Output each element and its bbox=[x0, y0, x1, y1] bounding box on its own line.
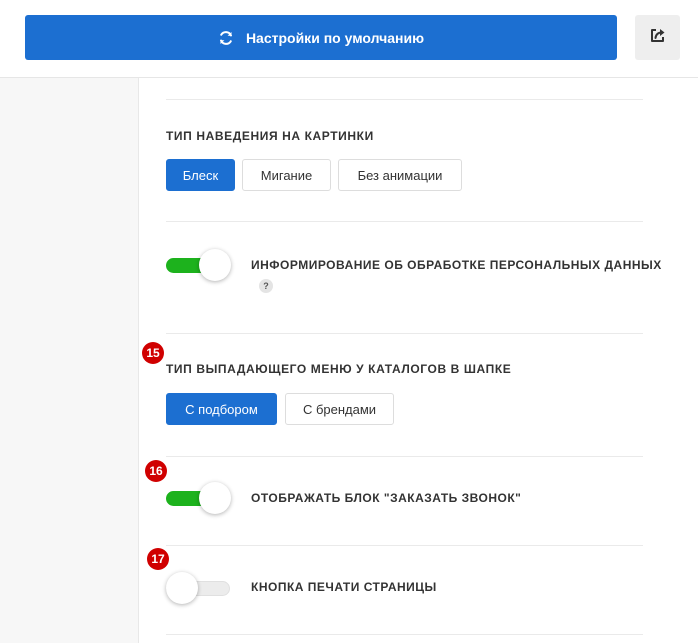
hover-type-option-blink[interactable]: Мигание bbox=[242, 159, 331, 191]
callback-block-toggle[interactable] bbox=[166, 482, 232, 514]
print-button-toggle[interactable] bbox=[166, 572, 232, 604]
hover-type-title: ТИП НАВЕДЕНИЯ НА КАРТИНКИ bbox=[166, 129, 374, 143]
left-sidebar bbox=[0, 78, 139, 643]
step-badge-16: 16 bbox=[145, 460, 167, 482]
divider bbox=[166, 634, 643, 635]
catalog-menu-option-filter[interactable]: С подбором bbox=[166, 393, 277, 425]
reset-defaults-button[interactable]: Настройки по умолчанию bbox=[25, 15, 617, 60]
top-bar: Настройки по умолчанию bbox=[0, 0, 698, 78]
toggle-knob bbox=[199, 482, 231, 514]
catalog-menu-option-brands[interactable]: С брендами bbox=[285, 393, 394, 425]
toggle-knob bbox=[199, 249, 231, 281]
print-button-label: КНОПКА ПЕЧАТИ СТРАНИЦЫ bbox=[251, 580, 437, 594]
reset-defaults-label: Настройки по умолчанию bbox=[245, 29, 425, 46]
catalog-menu-title: ТИП ВЫПАДАЮЩЕГО МЕНЮ У КАТАЛОГОВ В ШАПКЕ bbox=[166, 362, 512, 376]
refresh-icon bbox=[218, 30, 234, 46]
divider bbox=[166, 221, 643, 222]
divider bbox=[166, 99, 643, 100]
personal-data-toggle[interactable] bbox=[166, 249, 232, 281]
share-button[interactable] bbox=[635, 15, 680, 60]
divider bbox=[166, 456, 643, 457]
divider bbox=[166, 333, 643, 334]
step-badge-17: 17 bbox=[147, 548, 169, 570]
step-badge-15: 15 bbox=[142, 342, 164, 364]
hover-type-option-none[interactable]: Без анимации bbox=[338, 159, 462, 191]
help-icon[interactable]: ? bbox=[259, 279, 273, 293]
divider bbox=[166, 545, 643, 546]
callback-block-label: ОТОБРАЖАТЬ БЛОК "ЗАКАЗАТЬ ЗВОНОК" bbox=[251, 491, 522, 505]
personal-data-label: ИНФОРМИРОВАНИЕ ОБ ОБРАБОТКЕ ПЕРСОНАЛЬНЫХ… bbox=[251, 258, 662, 272]
share-icon bbox=[649, 26, 667, 49]
toggle-knob bbox=[166, 572, 198, 604]
hover-type-option-shine[interactable]: Блеск bbox=[166, 159, 235, 191]
